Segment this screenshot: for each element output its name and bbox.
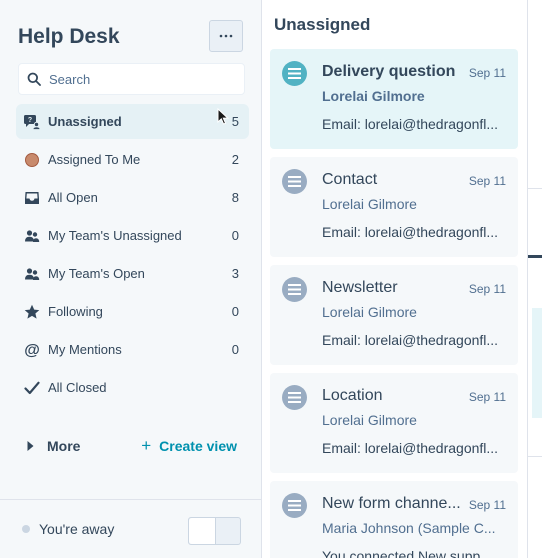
view-count: 5 <box>231 114 239 129</box>
toggle-knob <box>189 518 216 544</box>
ticket-contact: Lorelai Gilmore <box>322 88 425 104</box>
ticket-contact: Maria Johnson (Sample C... <box>322 520 496 536</box>
availability-toggle[interactable] <box>188 517 241 545</box>
team-icon <box>23 227 41 245</box>
view-item-all-closed[interactable]: All Closed <box>16 370 249 405</box>
view-count: 2 <box>231 152 239 167</box>
form-icon <box>282 169 307 194</box>
view-label: My Team's Open <box>48 266 145 281</box>
availability-status: You're away <box>39 521 115 537</box>
create-view-label: Create view <box>159 438 237 454</box>
view-label: All Open <box>48 190 98 205</box>
plus-icon: + <box>141 436 152 455</box>
view-count: 8 <box>231 190 239 205</box>
view-label: Assigned To Me <box>48 152 141 167</box>
form-icon <box>282 61 307 86</box>
view-count: 0 <box>231 342 239 357</box>
ticket-list-panel: Unassigned Delivery question Sep 11 Lore… <box>262 0 527 558</box>
ticket-card[interactable]: Delivery question Sep 11 Lorelai Gilmore… <box>270 49 518 149</box>
view-item-all-open[interactable]: All Open 8 <box>16 180 249 215</box>
view-item-following[interactable]: Following 0 <box>16 294 249 329</box>
view-count: 0 <box>231 228 239 243</box>
list-title: Unassigned <box>274 15 371 34</box>
view-item-assigned-to-me[interactable]: Assigned To Me 2 <box>16 142 249 177</box>
ticket-subject: Newsletter <box>322 279 398 296</box>
ticket-date: Sep 11 <box>468 498 506 512</box>
at-icon: @ <box>23 341 41 359</box>
mouse-cursor-icon <box>217 108 229 125</box>
ticket-contact: Lorelai Gilmore <box>322 412 417 428</box>
detail-card <box>532 308 542 418</box>
ticket-date: Sep 11 <box>468 66 506 80</box>
check-icon <box>23 379 41 397</box>
view-count: 0 <box>231 304 239 319</box>
search-icon <box>27 72 41 86</box>
divider <box>528 456 542 457</box>
ticket-card[interactable]: Location Sep 11 Lorelai Gilmore Email: l… <box>270 373 518 473</box>
divider <box>528 188 542 189</box>
ticket-contact: Lorelai Gilmore <box>322 304 417 320</box>
ticket-date: Sep 11 <box>468 390 506 404</box>
form-icon <box>282 385 307 410</box>
form-icon <box>282 277 307 302</box>
availability-footer: You're away <box>0 499 261 558</box>
ticket-card[interactable]: Newsletter Sep 11 Lorelai Gilmore Email:… <box>270 265 518 365</box>
ticket-subject: New form channe... <box>322 495 461 512</box>
ticket-date: Sep 11 <box>468 174 506 188</box>
search-box[interactable] <box>18 63 245 95</box>
ticket-date: Sep 11 <box>468 282 506 296</box>
view-item-my-teams-unassigned[interactable]: My Team's Unassigned 0 <box>16 218 249 253</box>
ticket-preview: Email: lorelai@thedragonfl... <box>322 116 499 132</box>
more-views: More + Create view <box>26 436 244 456</box>
view-label: Following <box>48 304 103 319</box>
ticket-subject: Location <box>322 387 383 404</box>
star-icon <box>23 303 41 321</box>
ellipsis-icon <box>219 34 233 38</box>
help-desk-sidebar: Help Desk ? Unassigned 5 <box>0 0 262 558</box>
view-list: ? Unassigned 5 Assigned To Me 2 All Open… <box>16 104 249 408</box>
view-item-unassigned[interactable]: ? Unassigned 5 <box>16 104 249 139</box>
view-label: All Closed <box>48 380 107 395</box>
sidebar-header: Help Desk <box>18 20 247 52</box>
ticket-preview: Email: lorelai@thedragonfl... <box>322 224 499 240</box>
view-item-my-mentions[interactable]: @ My Mentions 0 <box>16 332 249 367</box>
ticket-preview: Email: lorelai@thedragonfl... <box>322 332 499 348</box>
ticket-detail-pane <box>527 0 542 558</box>
ticket-preview: You connected New supp... <box>322 548 492 558</box>
active-tab-indicator <box>528 255 542 258</box>
search-input[interactable] <box>49 71 229 87</box>
view-label: My Mentions <box>48 342 122 357</box>
caret-right-icon[interactable] <box>26 440 35 452</box>
svg-text:@: @ <box>24 342 40 358</box>
svg-text:?: ? <box>28 116 32 123</box>
form-icon <box>282 493 307 518</box>
team-icon <box>23 265 41 283</box>
ticket-subject: Contact <box>322 171 378 188</box>
inbox-icon <box>23 189 41 207</box>
view-item-my-teams-open[interactable]: My Team's Open 3 <box>16 256 249 291</box>
avatar <box>23 151 41 169</box>
ticket-subject: Delivery question <box>322 63 456 80</box>
status-indicator <box>22 525 30 533</box>
view-label: My Team's Unassigned <box>48 228 182 243</box>
view-label: Unassigned <box>48 114 122 129</box>
unassigned-icon: ? <box>23 113 41 131</box>
more-options-button[interactable] <box>209 20 243 52</box>
ticket-preview: Email: lorelai@thedragonfl... <box>322 440 499 456</box>
ticket-card[interactable]: Contact Sep 11 Lorelai Gilmore Email: lo… <box>270 157 518 257</box>
view-count: 3 <box>231 266 239 281</box>
create-view-button[interactable]: + Create view <box>141 436 237 455</box>
more-views-toggle[interactable]: More <box>47 438 80 454</box>
ticket-card[interactable]: New form channe... Sep 11 Maria Johnson … <box>270 481 518 558</box>
ticket-contact: Lorelai Gilmore <box>322 196 417 212</box>
